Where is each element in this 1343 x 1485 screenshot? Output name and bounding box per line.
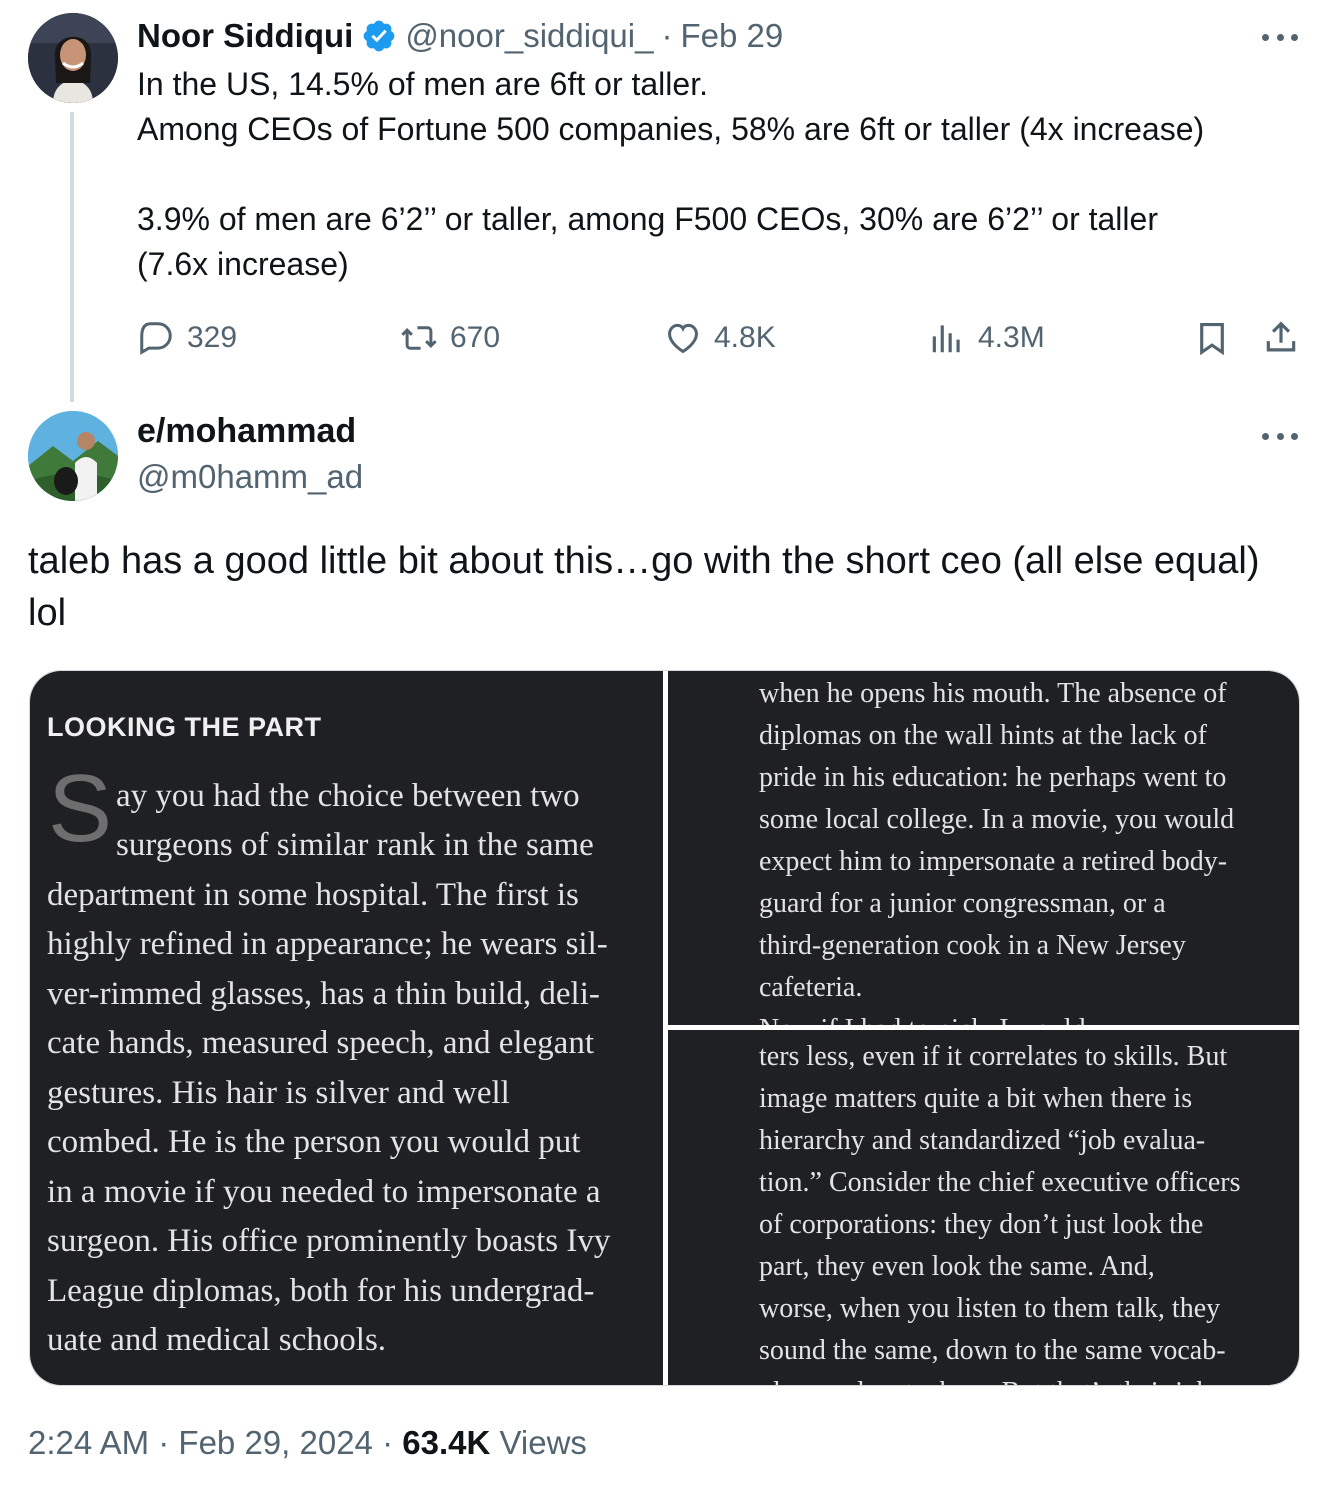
tweet-metadata: 2:24 AM · Feb 29, 2024 · 63.4K Views	[28, 1424, 587, 1462]
book-text-line: hierarchy and standardized “job evalua-	[759, 1125, 1206, 1156]
repost-count: 670	[450, 321, 501, 354]
book-text-line-clipped: ulary and metaphors. But that’s their jo…	[759, 1372, 1211, 1385]
book-text-line: combed. He is the person you would put	[47, 1124, 581, 1160]
more-icon[interactable]	[1262, 27, 1298, 47]
separator-dot: ·	[158, 1424, 170, 1461]
share-icon	[1266, 321, 1296, 352]
book-text-line: department in some hospital. The first i…	[47, 877, 579, 913]
author-name[interactable]: Noor Siddiqui	[137, 17, 353, 55]
book-text-line: uate and medical schools.	[47, 1322, 387, 1358]
book-text-line: guard for a junior congressman, or a	[759, 888, 1166, 919]
tweet-time[interactable]: 2:24 AM	[28, 1424, 149, 1461]
reply-button[interactable]: 329	[137, 316, 237, 360]
separator-dot: ·	[661, 17, 673, 54]
separator-dot: ·	[382, 1424, 394, 1461]
book-text-line: League diplomas, both for his undergrad-	[47, 1273, 595, 1309]
media-grid: LOOKING THE PART S ay you had the choice…	[29, 670, 1300, 1386]
avatar-image	[28, 411, 118, 501]
parent-tweet-header: Noor Siddiqui @noor_siddiqui_ · Feb 29	[137, 14, 783, 58]
book-text-line: expect him to impersonate a retired body…	[759, 846, 1228, 877]
thread-connector	[70, 112, 74, 402]
book-text-line: image matters quite a bit when there is	[759, 1083, 1193, 1114]
book-text-line: highly refined in appearance; he wears s…	[47, 926, 608, 962]
book-text-line: cafeteria.	[759, 972, 863, 1003]
book-text-line-clipped: Now if I had to pick, I would	[759, 1009, 1086, 1025]
reply-text-line: lol	[28, 592, 67, 634]
book-text-line: pride in his education: he perhaps went …	[759, 762, 1227, 793]
tweet-date[interactable]: Feb 29	[680, 17, 783, 55]
repost-icon	[401, 326, 437, 350]
author-avatar[interactable]	[28, 13, 118, 103]
reply-icon	[140, 322, 172, 355]
book-text-line: diplomas on the wall hints at the lack o…	[759, 720, 1207, 751]
views-count: 4.3M	[978, 321, 1045, 354]
book-text-line: surgeons of similar rank in the same	[116, 827, 594, 863]
book-text-line: in a movie if you needed to impersonate …	[47, 1174, 601, 1210]
book-text-line: third-generation cook in a New Jersey	[759, 930, 1186, 961]
book-section-heading: LOOKING THE PART	[47, 712, 322, 742]
more-icon[interactable]	[1262, 426, 1298, 446]
book-text-line: sound the same, down to the same vocab-	[759, 1335, 1226, 1366]
tweet-text-line: 3.9% of men are 6’2’’ or taller, among F…	[137, 201, 1158, 237]
bookmark-button[interactable]	[1193, 316, 1243, 360]
views-label: Views	[499, 1424, 587, 1461]
book-page-image-top-right[interactable]: when he opens his mouth. The absence of …	[668, 671, 1299, 1025]
author-handle[interactable]: @noor_siddiqui_	[405, 17, 653, 55]
tweet-full-date[interactable]: Feb 29, 2024	[178, 1424, 373, 1461]
book-text-line: part, they even look the same. And,	[759, 1251, 1155, 1282]
book-text-line: worse, when you listen to them talk, the…	[759, 1293, 1221, 1324]
drop-cap: S	[48, 755, 113, 862]
book-page-image-left[interactable]: LOOKING THE PART S ay you had the choice…	[30, 671, 663, 1385]
repost-button[interactable]: 670	[400, 316, 500, 360]
book-page-image-bottom-right[interactable]: ters less, even if it correlates to skil…	[668, 1030, 1299, 1385]
views-total: 63.4K	[402, 1424, 491, 1461]
reply-text-line: taleb has a good little bit about this…g…	[28, 540, 1260, 582]
book-text-line: tion.” Consider the chief executive offi…	[759, 1167, 1241, 1198]
bookmark-icon	[1200, 322, 1224, 356]
book-text-line: gestures. His hair is silver and well	[47, 1075, 510, 1111]
like-button[interactable]: 4.8K	[664, 316, 776, 360]
book-text-line: ay you had the choice between two	[116, 778, 580, 814]
book-text-line: cate hands, measured speech, and elegant	[47, 1025, 594, 1061]
reply-author-name[interactable]: e/mohammad	[137, 412, 356, 451]
reply-count: 329	[187, 321, 238, 354]
tweet-text-line: Among CEOs of Fortune 500 companies, 58%…	[137, 111, 1205, 147]
book-text-line: when he opens his mouth. The absence of	[759, 678, 1227, 709]
book-text-line: ters less, even if it correlates to skil…	[759, 1041, 1228, 1072]
reply-author-handle[interactable]: @m0hamm_ad	[137, 458, 363, 496]
avatar-image	[28, 13, 118, 103]
book-text-line: surgeon. His office prominently boasts I…	[47, 1223, 611, 1259]
views-button[interactable]: 4.3M	[928, 316, 1045, 360]
share-button[interactable]	[1262, 316, 1312, 360]
verified-badge-icon[interactable]	[361, 18, 397, 54]
tweet-text-line: (7.6x increase)	[137, 246, 349, 282]
book-text-line: some local college. In a movie, you woul…	[759, 804, 1235, 835]
like-count: 4.8K	[714, 321, 776, 354]
tweet-text-line: In the US, 14.5% of men are 6ft or talle…	[137, 66, 708, 102]
book-text-line: ver-rimmed glasses, has a thin build, de…	[47, 976, 600, 1012]
reply-author-avatar[interactable]	[28, 411, 118, 501]
like-icon	[668, 323, 698, 354]
book-text-line: of corporations: they don’t just look th…	[759, 1209, 1204, 1240]
views-icon	[932, 325, 960, 353]
